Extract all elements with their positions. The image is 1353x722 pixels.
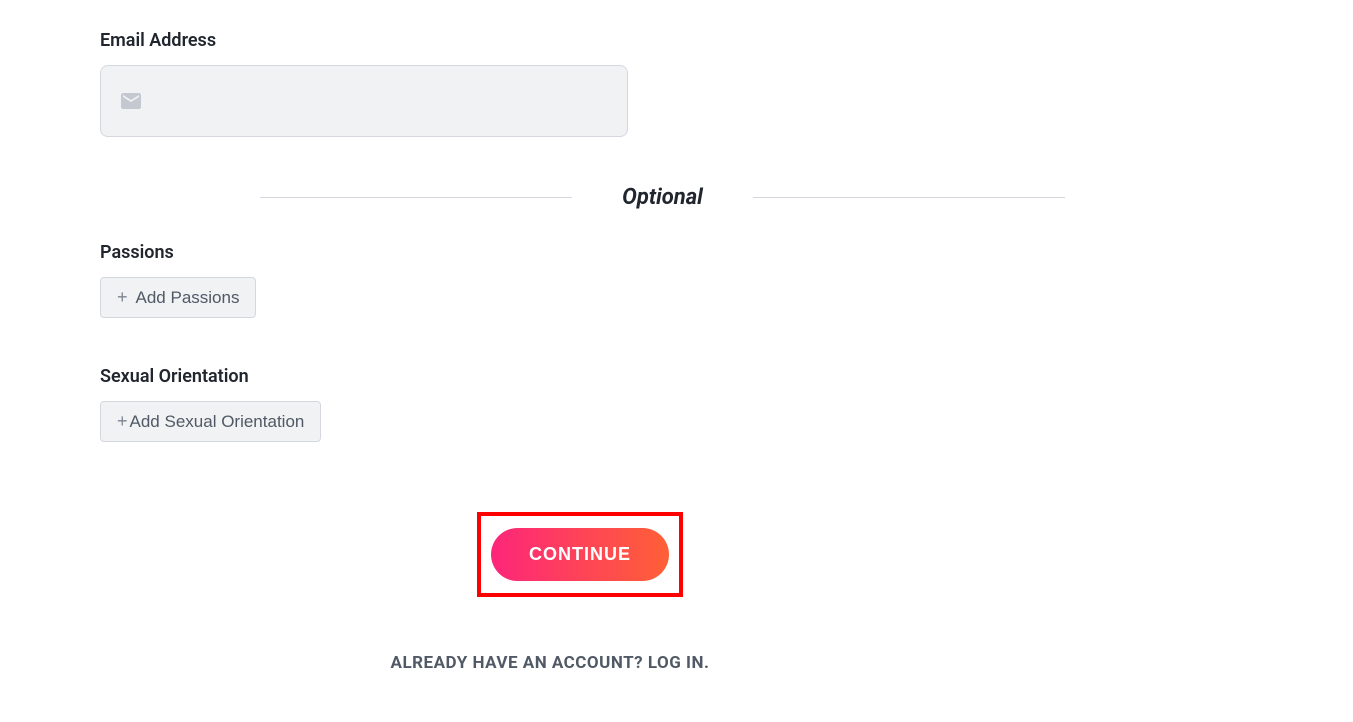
continue-wrapper: CONTINUE [0,512,1100,597]
orientation-section: Sexual Orientation + Add Sexual Orientat… [100,366,1100,442]
login-link[interactable]: LOG IN. [648,653,710,673]
plus-icon: + [117,287,128,308]
optional-label: Optional [622,185,703,210]
email-input[interactable] [143,91,609,112]
add-orientation-text: Add Sexual Orientation [130,412,305,432]
continue-highlight-box: CONTINUE [477,512,683,597]
divider-line-left [260,197,572,198]
orientation-label: Sexual Orientation [100,366,1100,387]
optional-divider: Optional [100,185,1065,210]
email-label: Email Address [100,30,1100,51]
divider-line-right [753,197,1065,198]
add-passions-button[interactable]: + Add Passions [100,277,256,318]
passions-label: Passions [100,242,1100,263]
email-section: Email Address [100,30,1100,137]
login-prompt: ALREADY HAVE AN ACCOUNT? [391,653,648,673]
email-icon [119,89,143,113]
login-line: ALREADY HAVE AN ACCOUNT? LOG IN. [0,653,1100,673]
continue-button[interactable]: CONTINUE [491,528,669,581]
add-passions-text: Add Passions [136,288,240,308]
passions-section: Passions + Add Passions [100,242,1100,318]
add-orientation-button[interactable]: + Add Sexual Orientation [100,401,321,442]
email-input-wrapper[interactable] [100,65,628,137]
plus-icon: + [117,411,128,432]
